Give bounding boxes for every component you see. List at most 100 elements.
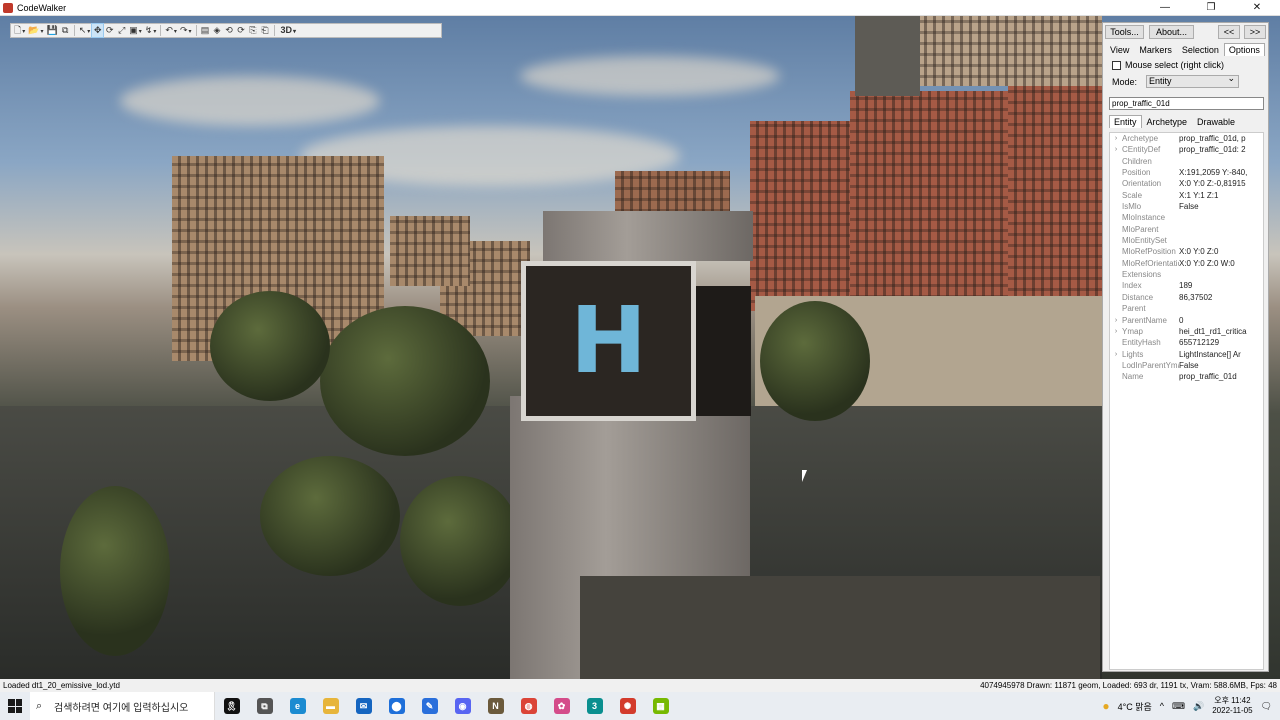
maximize-button[interactable]: ❐: [1188, 0, 1234, 16]
property-value[interactable]: LightInstance[] Ar: [1179, 349, 1263, 360]
property-value[interactable]: X:0 Y:0 Z:0 W:0: [1179, 258, 1263, 269]
taskbar-notepad[interactable]: N: [479, 692, 512, 720]
expand-chevron-icon[interactable]: ›: [1110, 326, 1122, 337]
3d-viewport[interactable]: H: [0, 16, 1280, 679]
property-row[interactable]: Orientation X:0 Y:0 Z:-0,81915: [1110, 178, 1263, 189]
expand-chevron-icon[interactable]: ›: [1110, 315, 1122, 326]
selected-entity-cube[interactable]: H: [521, 261, 751, 421]
property-value[interactable]: 189: [1179, 280, 1263, 291]
property-row[interactable]: MloInstance: [1110, 212, 1263, 223]
expand-chevron-icon[interactable]: ›: [1110, 133, 1122, 144]
fullscreen-button[interactable]: ◈: [212, 24, 223, 37]
property-row[interactable]: MloRefPosition X:0 Y:0 Z:0: [1110, 246, 1263, 257]
property-value[interactable]: prop_traffic_01d: 2: [1179, 144, 1263, 155]
taskbar-mail[interactable]: ✉: [347, 692, 380, 720]
property-row[interactable]: MloEntitySet: [1110, 235, 1263, 246]
select-button[interactable]: ↖: [78, 24, 92, 37]
grid-button[interactable]: ⟲: [224, 24, 235, 37]
property-row[interactable]: Index 189: [1110, 280, 1263, 291]
property-row[interactable]: › Lights LightInstance[] Ar: [1110, 349, 1263, 360]
selected-name-field[interactable]: prop_traffic_01d: [1109, 97, 1264, 110]
property-value[interactable]: hei_dt1_rd1_critica: [1179, 326, 1263, 337]
mouse-select-checkbox[interactable]: [1112, 60, 1121, 70]
property-row[interactable]: MloRefOrientationX:0 Y:0 Z:0 W:0: [1110, 258, 1263, 269]
property-value[interactable]: False: [1179, 201, 1263, 212]
property-row[interactable]: MloParent: [1110, 224, 1263, 235]
property-row[interactable]: Parent: [1110, 303, 1263, 314]
taskbar-app-3[interactable]: 3: [578, 692, 611, 720]
start-button[interactable]: [0, 692, 30, 720]
property-row[interactable]: › Archetype prop_traffic_01d, p: [1110, 133, 1263, 144]
info-button[interactable]: ▤: [200, 24, 211, 37]
taskbar-nvidia[interactable]: ▦: [644, 692, 677, 720]
taskbar-edge[interactable]: e: [281, 692, 314, 720]
taskbar-app-dev[interactable]: ✎: [413, 692, 446, 720]
new-button[interactable]: 🗋: [13, 24, 26, 37]
clock[interactable]: 오후 11:42 2022-11-05: [1212, 696, 1252, 716]
tools-button[interactable]: Tools...: [1105, 25, 1144, 39]
taskbar-search[interactable]: ⌕ 검색하려면 여기에 입력하십시오: [30, 692, 215, 720]
expand-chevron-icon[interactable]: ›: [1110, 144, 1122, 155]
property-value[interactable]: X:0 Y:0 Z:-0,81915: [1179, 178, 1263, 189]
redo-button[interactable]: ↷: [179, 24, 193, 37]
notification-icon[interactable]: 🗨: [1261, 701, 1272, 712]
collapse-panel-button[interactable]: <<: [1218, 25, 1240, 39]
property-row[interactable]: IsMlo False: [1110, 201, 1263, 212]
property-row[interactable]: › CEntityDef prop_traffic_01d: 2: [1110, 144, 1263, 155]
tab-selection[interactable]: Selection: [1177, 43, 1224, 56]
property-value[interactable]: 0: [1179, 315, 1263, 326]
about-button[interactable]: About...: [1149, 25, 1194, 39]
property-value[interactable]: 86,37502: [1179, 292, 1263, 303]
property-grid[interactable]: › Archetype prop_traffic_01d, p › CEntityDef…: [1109, 132, 1264, 670]
property-row[interactable]: Distance 86,37502: [1110, 292, 1263, 303]
tab-drawable[interactable]: Drawable: [1192, 115, 1240, 128]
tab-options[interactable]: Options: [1223, 43, 1265, 56]
property-value[interactable]: [1179, 224, 1263, 235]
tab-entity[interactable]: Entity: [1109, 115, 1142, 128]
paste-button[interactable]: ⎗: [260, 24, 271, 37]
property-value[interactable]: prop_traffic_01d: [1179, 371, 1263, 382]
property-value[interactable]: X:191,2059 Y:-840,: [1179, 167, 1263, 178]
undo-button[interactable]: ↶: [164, 24, 178, 37]
save-all-button[interactable]: ⧉: [60, 24, 71, 37]
property-value[interactable]: X:0 Y:0 Z:0: [1179, 246, 1263, 257]
move-button[interactable]: ✥: [91, 23, 105, 38]
weather-text[interactable]: 4°C 맑음: [1118, 700, 1152, 713]
property-value[interactable]: [1179, 156, 1263, 167]
property-row[interactable]: › Ymap hei_dt1_rd1_critica: [1110, 326, 1263, 337]
property-value[interactable]: X:1 Y:1 Z:1: [1179, 190, 1263, 201]
taskbar-chrome[interactable]: ◍: [512, 692, 545, 720]
taskbar-ribbon-app[interactable]: 🎗: [215, 692, 248, 720]
taskbar-app-paint[interactable]: ✿: [545, 692, 578, 720]
property-row[interactable]: EntityHash 655712129: [1110, 337, 1263, 348]
view-mode-3d-button[interactable]: 3D: [278, 24, 300, 37]
property-value[interactable]: prop_traffic_01d, p: [1179, 133, 1263, 144]
mode-select[interactable]: Entity: [1146, 73, 1239, 88]
property-row[interactable]: Extensions: [1110, 269, 1263, 280]
close-button[interactable]: ✕: [1234, 0, 1280, 16]
property-value[interactable]: [1179, 269, 1263, 280]
property-value[interactable]: [1179, 303, 1263, 314]
open-button[interactable]: 📂: [27, 24, 44, 37]
property-value[interactable]: [1179, 235, 1263, 246]
taskbar-codewalker[interactable]: ✺: [611, 692, 644, 720]
property-row[interactable]: Name prop_traffic_01d: [1110, 371, 1263, 382]
taskbar-task-view[interactable]: ⧉: [248, 692, 281, 720]
tray-overflow-icon[interactable]: ^: [1160, 701, 1164, 711]
taskbar-file-explorer[interactable]: ▬: [314, 692, 347, 720]
property-row[interactable]: Children: [1110, 156, 1263, 167]
property-value[interactable]: False: [1179, 360, 1263, 371]
save-button[interactable]: 💾: [46, 24, 59, 37]
rotate-button[interactable]: ⟳: [104, 24, 115, 37]
keyboard-icon[interactable]: ⌨: [1172, 701, 1185, 712]
expand-chevron-icon[interactable]: ›: [1110, 349, 1122, 360]
snap-button[interactable]: ▣: [128, 24, 143, 37]
camera-button[interactable]: ↯: [144, 24, 158, 37]
property-row[interactable]: › ParentName 0: [1110, 315, 1263, 326]
property-row[interactable]: Scale X:1 Y:1 Z:1: [1110, 190, 1263, 201]
tab-markers[interactable]: Markers: [1134, 43, 1177, 56]
collision-button[interactable]: ⟳: [236, 24, 247, 37]
property-row[interactable]: Position X:191,2059 Y:-840,: [1110, 167, 1263, 178]
expand-panel-button[interactable]: >>: [1244, 25, 1266, 39]
property-row[interactable]: LodInParentYmapFalse: [1110, 360, 1263, 371]
